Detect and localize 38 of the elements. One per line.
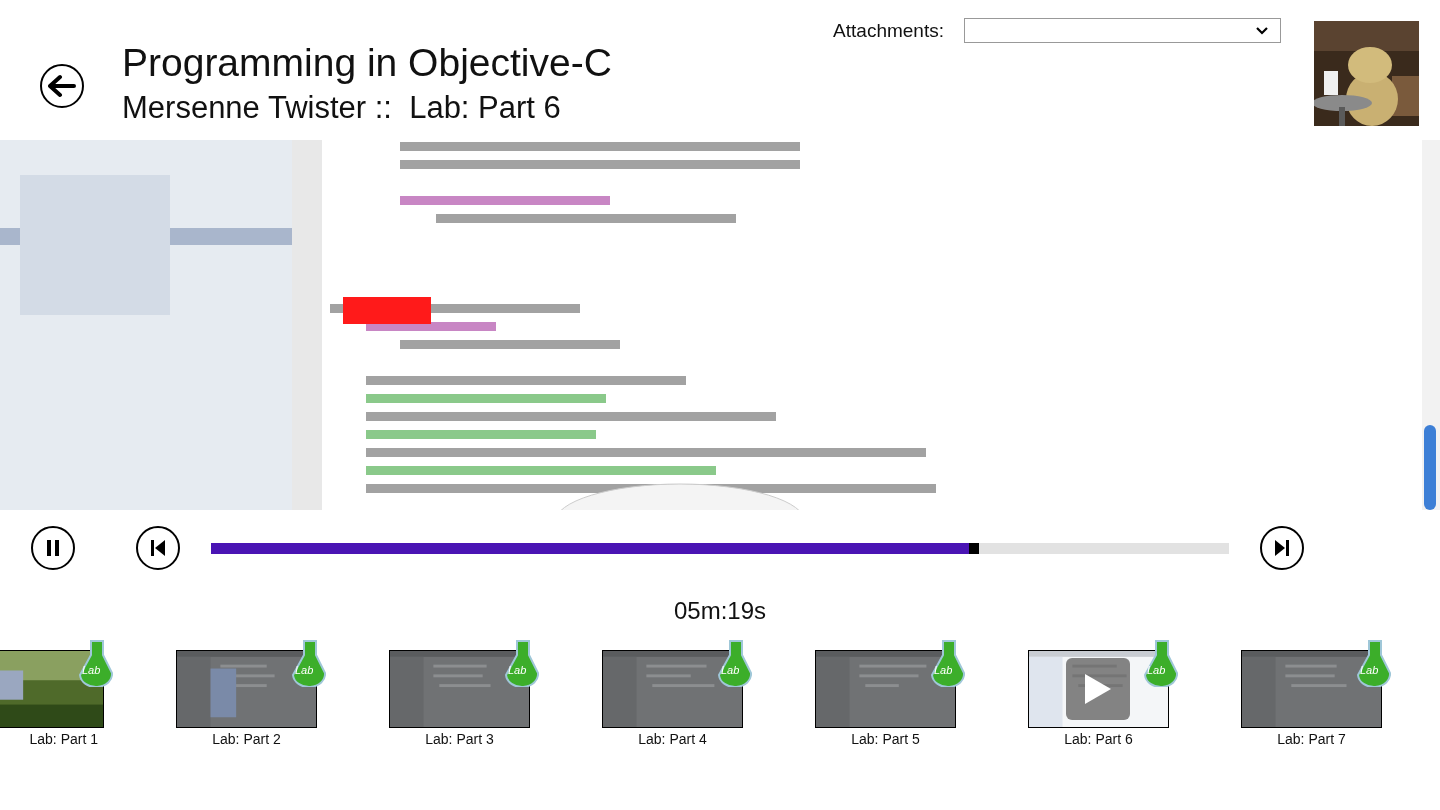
video-title[interactable]: Lab: Part 4: [638, 731, 707, 747]
video-title[interactable]: Lab: Part 5: [851, 731, 920, 747]
flask-icon: [718, 639, 752, 687]
lab-label: Lab: [1147, 664, 1166, 676]
flask-icon: [79, 639, 113, 687]
lab-label: Lab: [934, 664, 953, 676]
back-button[interactable]: [40, 64, 84, 108]
lab-label: Lab: [508, 664, 527, 676]
lesson-title: Mersenne Twister :: Lab: Part 6: [122, 89, 562, 127]
play-icon[interactable]: [1066, 658, 1130, 720]
flask-icon: [1144, 639, 1178, 687]
previous-button[interactable]: [136, 526, 180, 570]
flask-icon: [1357, 639, 1391, 687]
pause-button[interactable]: [31, 526, 75, 570]
lab-label: Lab: [721, 664, 740, 676]
next-button[interactable]: [1260, 526, 1304, 570]
flask-icon: [931, 639, 965, 687]
video-title[interactable]: Lab: Part 1: [29, 731, 98, 747]
arrow-left-icon: [48, 74, 76, 98]
attachments-dropdown[interactable]: [964, 18, 1281, 43]
video-title[interactable]: Lab: Part 2: [212, 731, 281, 747]
flask-icon: [292, 639, 326, 687]
attachments-label: Attachments:: [833, 19, 944, 42]
video-title[interactable]: Lab: Part 7: [1277, 731, 1346, 747]
chevron-down-icon: [1256, 27, 1268, 35]
video-title[interactable]: Lab: Part 6: [1064, 731, 1133, 747]
lab-label: Lab: [82, 664, 101, 676]
elapsed-time: 05m:19s: [672, 597, 768, 625]
lab-label: Lab: [295, 664, 314, 676]
progress-thumb[interactable]: [968, 542, 979, 554]
flask-icon: [505, 639, 539, 687]
skip-forward-icon: [1275, 540, 1289, 556]
course-title: Programming in Objective-C: [122, 40, 612, 86]
lab-label: Lab: [1360, 664, 1379, 676]
video-title[interactable]: Lab: Part 3: [425, 731, 494, 747]
skip-back-icon: [151, 540, 165, 556]
progress-track[interactable]: [211, 542, 1229, 554]
pause-icon: [46, 540, 60, 556]
